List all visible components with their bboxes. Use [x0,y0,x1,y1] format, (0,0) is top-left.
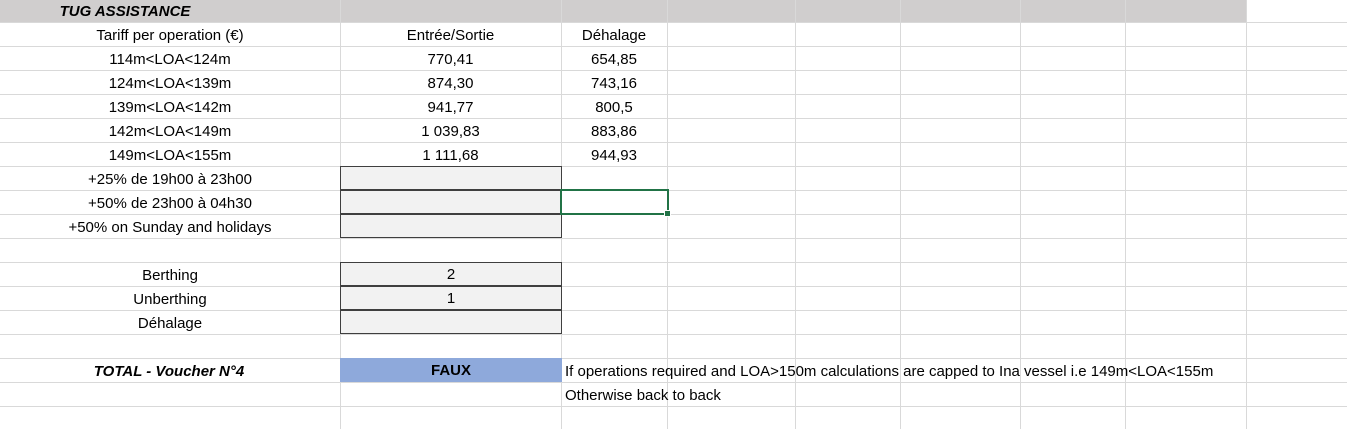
operation-label[interactable]: Unberthing [0,287,340,311]
rate-dehalage[interactable]: 800,5 [561,95,667,119]
rate-entree-sortie[interactable]: 874,30 [340,71,561,95]
operation-input[interactable]: 2 [340,262,562,286]
spreadsheet[interactable]: TUG ASSISTANCE Tariff per operation (€) … [0,0,1347,429]
total-note-secondary[interactable]: Otherwise back to back [561,383,961,407]
surcharge-label[interactable]: +50% on Sunday and holidays [0,215,340,239]
surcharge-label[interactable]: +25% de 19h00 à 23h00 [0,167,340,191]
total-label[interactable]: TOTAL - Voucher N°4 [0,359,340,383]
active-cell-selection[interactable] [560,189,671,217]
sheet-title[interactable]: TUG ASSISTANCE [0,0,340,22]
rate-range[interactable]: 139m<LOA<142m [0,95,340,119]
rate-range[interactable]: 124m<LOA<139m [0,71,340,95]
rate-entree-sortie[interactable]: 941,77 [340,95,561,119]
header-tariff[interactable]: Tariff per operation (€) [0,23,340,47]
total-note[interactable]: If operations required and LOA>150m calc… [561,359,1321,383]
rate-dehalage[interactable]: 883,86 [561,119,667,143]
rate-dehalage[interactable]: 944,93 [561,143,667,167]
rate-range[interactable]: 142m<LOA<149m [0,119,340,143]
rate-entree-sortie[interactable]: 770,41 [340,47,561,71]
operation-label[interactable]: Déhalage [0,311,340,335]
surcharge-input[interactable] [340,166,562,190]
operation-label[interactable]: Berthing [0,263,340,287]
header-entree-sortie[interactable]: Entrée/Sortie [340,23,561,47]
rate-dehalage[interactable]: 743,16 [561,71,667,95]
header-dehalage[interactable]: Déhalage [561,23,667,47]
surcharge-input[interactable] [340,190,562,214]
surcharge-label[interactable]: +50% de 23h00 à 04h30 [0,191,340,215]
operation-input[interactable]: 1 [340,286,562,310]
rate-entree-sortie[interactable]: 1 039,83 [340,119,561,143]
rate-range[interactable]: 114m<LOA<124m [0,47,340,71]
surcharge-input[interactable] [340,214,562,238]
rate-entree-sortie[interactable]: 1 111,68 [340,143,561,167]
total-value[interactable]: FAUX [340,358,562,382]
operation-input[interactable] [340,310,562,334]
rate-dehalage[interactable]: 654,85 [561,47,667,71]
rate-range[interactable]: 149m<LOA<155m [0,143,340,167]
